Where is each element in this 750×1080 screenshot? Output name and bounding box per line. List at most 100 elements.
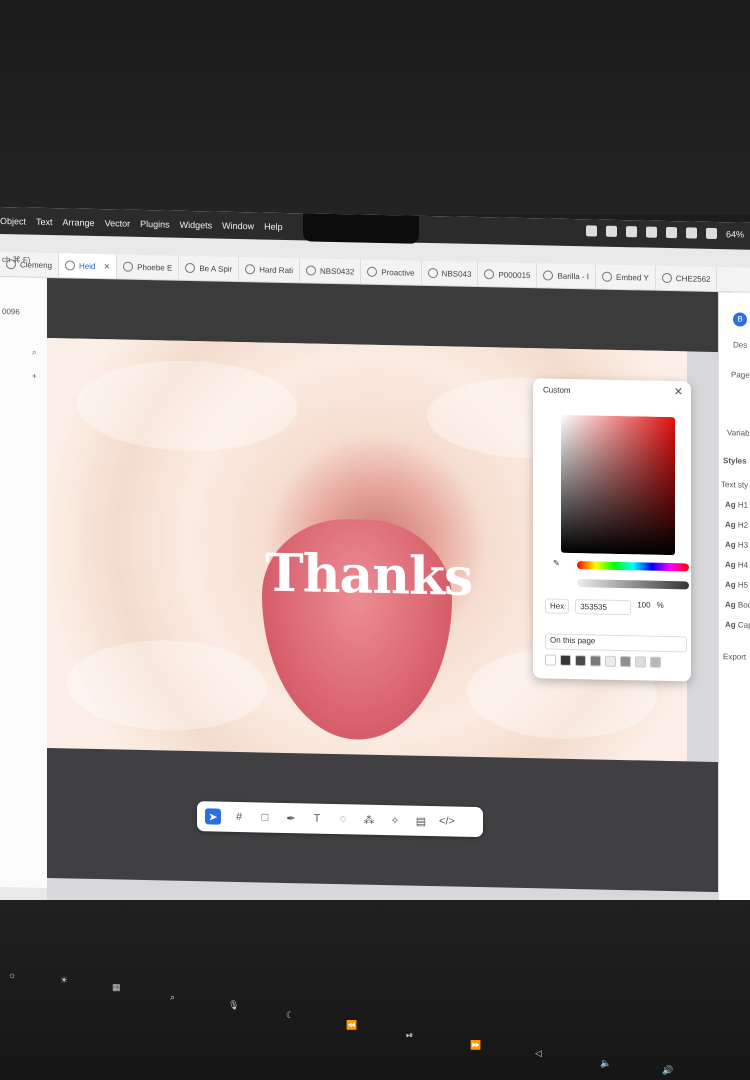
layers-panel: ch ⌘ F) 0096 ⌕ + xyxy=(0,255,51,889)
frame-id[interactable]: 0096 xyxy=(2,307,20,316)
close-icon[interactable]: ✕ xyxy=(674,385,683,398)
tab-label: Proactive xyxy=(381,267,415,278)
color-swatch[interactable] xyxy=(650,656,661,668)
tab-label: NBS043 xyxy=(441,268,472,279)
style-name: Body xyxy=(737,600,750,610)
tab-hard-rati[interactable]: Hard Rati xyxy=(239,257,301,283)
menu-help[interactable]: Help xyxy=(264,221,283,231)
color-swatch[interactable] xyxy=(635,656,646,668)
style-caption[interactable]: Ag Caption xyxy=(725,620,750,630)
color-swatch[interactable] xyxy=(590,655,601,667)
color-picker: Custom ✕ ✎ Hex 353535 100 % On this page xyxy=(533,378,691,682)
rewind-key: ⏪ xyxy=(346,1020,358,1030)
comment-tool-icon[interactable]: ◌ xyxy=(335,811,351,827)
menu-plugins[interactable]: Plugins xyxy=(140,218,170,229)
close-icon[interactable]: ✕ xyxy=(103,262,110,271)
tab-label: CHE2562 xyxy=(675,273,711,284)
tab-heid[interactable]: Heid ✕ xyxy=(59,253,118,279)
dev-mode-icon[interactable]: </> xyxy=(439,813,455,829)
rectangle-tool-icon[interactable]: □ xyxy=(257,809,273,825)
app-status-icon[interactable] xyxy=(605,225,617,237)
brightness-down-key: ☼ xyxy=(8,970,17,980)
tab-label: Hard Rati xyxy=(259,264,294,275)
add-icon[interactable]: + xyxy=(32,372,37,381)
color-mode-select[interactable]: Hex xyxy=(545,598,570,614)
file-icon xyxy=(185,262,196,274)
color-swatch[interactable] xyxy=(575,655,586,667)
volume-up-key: 🔊 xyxy=(662,1065,674,1075)
frame-tool-icon[interactable]: # xyxy=(231,809,247,825)
keyboard: ☼ ☀ ▦ ⌕ 🎙 ☾ ⏪ ⏯ ⏩ ◁ 🔈 🔊 xyxy=(0,900,750,1080)
mic-key: 🎙 xyxy=(228,1000,240,1010)
pen-tool-icon[interactable]: ✒ xyxy=(283,810,299,826)
tab-embed[interactable]: Embed Y xyxy=(596,264,656,290)
app-status-icon[interactable] xyxy=(665,226,677,239)
style-h1[interactable]: Ag H1 xyxy=(725,500,748,509)
design-mode-icon[interactable]: ▤ xyxy=(413,813,429,829)
export-label[interactable]: Export xyxy=(723,652,746,661)
play-pause-key: ⏯ xyxy=(406,1030,414,1040)
components-icon[interactable]: ⁂ xyxy=(361,812,377,828)
menu-text[interactable]: Text xyxy=(36,216,53,226)
tab-barilla[interactable]: Barilla - I xyxy=(537,263,597,289)
avatar[interactable]: B xyxy=(733,312,747,327)
hue-slider[interactable] xyxy=(577,561,689,572)
swatch-source-select[interactable]: On this page xyxy=(545,633,687,653)
status-icons: 64% xyxy=(585,225,744,240)
file-icon xyxy=(65,260,76,271)
file-icon xyxy=(367,266,378,277)
fast-forward-key: ⏩ xyxy=(470,1040,482,1050)
eyedropper-icon[interactable]: ✎ xyxy=(553,559,560,568)
book-icon xyxy=(661,272,672,284)
volume-down-key: 🔈 xyxy=(600,1058,612,1068)
tab-che2562[interactable]: CHE2562 xyxy=(655,265,718,292)
opacity-input[interactable]: 100 xyxy=(637,600,650,615)
tab-nbs043[interactable]: NBS043 xyxy=(421,260,479,287)
headline-text[interactable]: Thanks xyxy=(265,543,472,608)
tab-p000015[interactable]: P000015 xyxy=(478,262,538,288)
tab-proactive[interactable]: Proactive xyxy=(361,259,422,285)
move-tool-icon[interactable]: ➤ xyxy=(205,808,221,825)
tab-nbs0432[interactable]: NBS0432 xyxy=(300,258,362,284)
app-status-icon[interactable] xyxy=(585,225,597,237)
tab-phoebe[interactable]: Phoebe E xyxy=(117,254,180,280)
menu-object[interactable]: Object xyxy=(0,216,26,227)
style-h2[interactable]: Ag H2 xyxy=(725,520,748,529)
menu-arrange[interactable]: Arrange xyxy=(63,217,95,228)
color-swatch[interactable] xyxy=(605,655,616,667)
app-status-icon[interactable] xyxy=(645,226,657,238)
app-status-icon[interactable] xyxy=(625,226,637,238)
tab-label: Phoebe E xyxy=(137,262,173,273)
menu-widgets[interactable]: Widgets xyxy=(180,219,213,230)
style-name: H5 · 28 xyxy=(737,580,750,590)
style-h3[interactable]: Ag H3 xyxy=(725,540,748,549)
file-icon xyxy=(123,261,134,272)
tab-be-a-spir[interactable]: Be A Spir xyxy=(179,255,240,282)
menu-window[interactable]: Window xyxy=(222,220,254,231)
brightness-up-key: ☀ xyxy=(60,975,69,985)
tab-design[interactable]: Des xyxy=(733,340,747,349)
menu-vector[interactable]: Vector xyxy=(105,218,131,229)
style-name: Caption xyxy=(737,620,750,631)
opacity-slider[interactable] xyxy=(577,579,689,590)
style-h4[interactable]: Ag H4 xyxy=(725,560,748,569)
style-name: H2 xyxy=(737,520,749,530)
search-icon[interactable]: ⌕ xyxy=(32,348,36,358)
color-swatch[interactable] xyxy=(620,655,631,668)
variables-label[interactable]: Variab xyxy=(727,428,750,437)
hex-input[interactable]: 353535 xyxy=(575,599,632,616)
saturation-field[interactable] xyxy=(561,414,675,556)
ai-tool-icon[interactable]: ✧ xyxy=(387,812,403,828)
text-tool-icon[interactable]: T xyxy=(309,810,325,826)
file-icon xyxy=(602,271,613,282)
color-swatch[interactable] xyxy=(560,654,571,666)
style-body[interactable]: Ag Body xyxy=(725,600,750,610)
style-name: H4 xyxy=(737,560,749,570)
app-status-icon[interactable] xyxy=(705,227,717,240)
text-styles-label: Text sty xyxy=(721,480,749,490)
style-h5[interactable]: Ag H5 · 28 xyxy=(725,580,750,590)
color-swatch[interactable] xyxy=(545,654,556,666)
styles-label: Styles xyxy=(723,456,747,466)
app-status-icon[interactable] xyxy=(685,227,697,239)
screen: Object Text Arrange Vector Plugins Widge… xyxy=(0,207,750,923)
